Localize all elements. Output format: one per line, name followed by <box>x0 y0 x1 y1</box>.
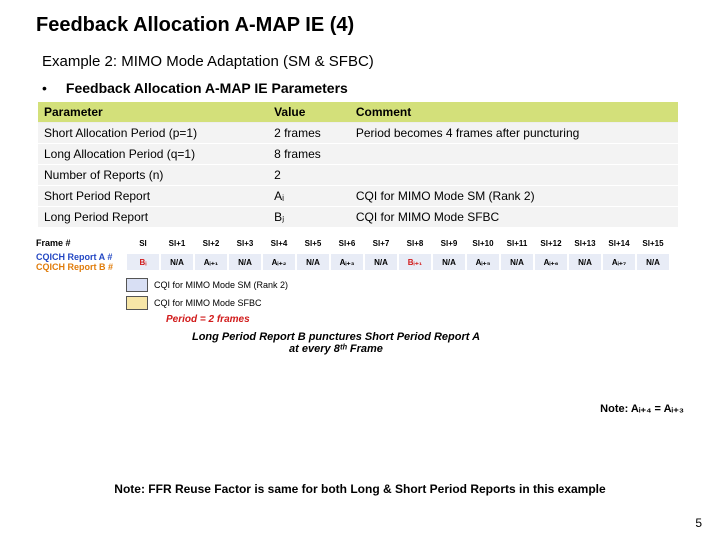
right-note: Note: Aᵢ₊₄ = Aᵢ₊₃ <box>600 402 684 415</box>
frame-cell: Sl+2 <box>194 239 228 248</box>
report-cell: N/A <box>296 253 330 271</box>
frame-cell: Sl+5 <box>296 239 330 248</box>
report-cell: Bᵢ₊₁ <box>398 253 432 271</box>
frame-cell: Sl+6 <box>330 239 364 248</box>
label-report-a: CQICH Report A # <box>36 252 112 262</box>
frame-cell: Sl+12 <box>534 239 568 248</box>
report-cell: Aᵢ₊₃ <box>330 253 364 271</box>
report-cell: N/A <box>160 253 194 271</box>
report-cell: Aᵢ₊₇ <box>602 253 636 271</box>
report-cell: N/A <box>364 253 398 271</box>
report-cell: Aᵢ₊₂ <box>262 253 296 271</box>
frame-cell: Sl+3 <box>228 239 262 248</box>
example-heading: Example 2: MIMO Mode Adaptation (SM & SF… <box>0 37 720 70</box>
table-cell: Bⱼ <box>268 207 350 228</box>
params-heading: • Feedback Allocation A-MAP IE Parameter… <box>0 70 720 96</box>
report-cell: N/A <box>228 253 262 271</box>
table-cell: Long Allocation Period (q=1) <box>38 144 268 165</box>
table-cell: Long Period Report <box>38 207 268 228</box>
report-cell: Aᵢ₊₆ <box>534 253 568 271</box>
params-heading-text: Feedback Allocation A-MAP IE Parameters <box>66 80 348 96</box>
frame-row-label: Frame # <box>36 238 126 248</box>
report-cell: N/A <box>500 253 534 271</box>
table-cell: CQI for MIMO Mode SFBC <box>350 207 678 228</box>
puncture-note: Long Period Report B punctures Short Per… <box>186 331 486 355</box>
table-cell: Short Period Report <box>38 186 268 207</box>
report-cell: Aᵢ₊₅ <box>466 253 500 271</box>
bullet-dot: • <box>42 80 62 96</box>
frame-cell: Sl+14 <box>602 239 636 248</box>
table-cell: Number of Reports (n) <box>38 165 268 186</box>
col-comment: Comment <box>350 102 678 123</box>
report-cell: N/A <box>636 253 670 271</box>
parameters-table: Parameter Value Comment Short Allocation… <box>38 102 678 228</box>
table-cell <box>350 144 678 165</box>
frame-cell: Sl+15 <box>636 239 670 248</box>
frame-cell: Sl <box>126 239 160 248</box>
table-cell: Aᵢ <box>268 186 350 207</box>
report-cell: Bᵢ <box>126 253 160 271</box>
frame-cell: Sl+1 <box>160 239 194 248</box>
bottom-note: Note: FFR Reuse Factor is same for both … <box>0 482 720 496</box>
frame-cell: Sl+13 <box>568 239 602 248</box>
table-cell: Period becomes 4 frames after puncturing <box>350 123 678 144</box>
table-cell: Short Allocation Period (p=1) <box>38 123 268 144</box>
report-cell: N/A <box>568 253 602 271</box>
label-report-b: CQICH Report B # <box>36 262 113 272</box>
frame-cell: Sl+9 <box>432 239 466 248</box>
table-cell: CQI for MIMO Mode SM (Rank 2) <box>350 186 678 207</box>
page-title: Feedback Allocation A-MAP IE (4) <box>0 0 720 37</box>
report-cell: N/A <box>432 253 466 271</box>
frame-cell: Sl+11 <box>500 239 534 248</box>
legend: CQI for MIMO Mode SM (Rank 2) CQI for MI… <box>126 278 686 310</box>
legend-sm: CQI for MIMO Mode SM (Rank 2) <box>154 280 288 290</box>
legend-sfbc: CQI for MIMO Mode SFBC <box>154 298 262 308</box>
frame-cell: Sl+7 <box>364 239 398 248</box>
frame-cell: Sl+8 <box>398 239 432 248</box>
swatch-sm <box>126 278 148 292</box>
report-row-label: CQICH Report A # CQICH Report B # <box>36 252 126 272</box>
report-cell: Aᵢ₊₁ <box>194 253 228 271</box>
timing-diagram: Frame # SlSl+1Sl+2Sl+3Sl+4Sl+5Sl+6Sl+7Sl… <box>36 238 686 355</box>
table-cell: 8 frames <box>268 144 350 165</box>
col-parameter: Parameter <box>38 102 268 123</box>
frame-cell: Sl+10 <box>466 239 500 248</box>
page-number: 5 <box>695 516 702 530</box>
period-annotation: Period = 2 frames <box>166 314 686 325</box>
frame-cell: Sl+4 <box>262 239 296 248</box>
table-cell: 2 frames <box>268 123 350 144</box>
table-cell <box>350 165 678 186</box>
swatch-sfbc <box>126 296 148 310</box>
col-value: Value <box>268 102 350 123</box>
table-cell: 2 <box>268 165 350 186</box>
